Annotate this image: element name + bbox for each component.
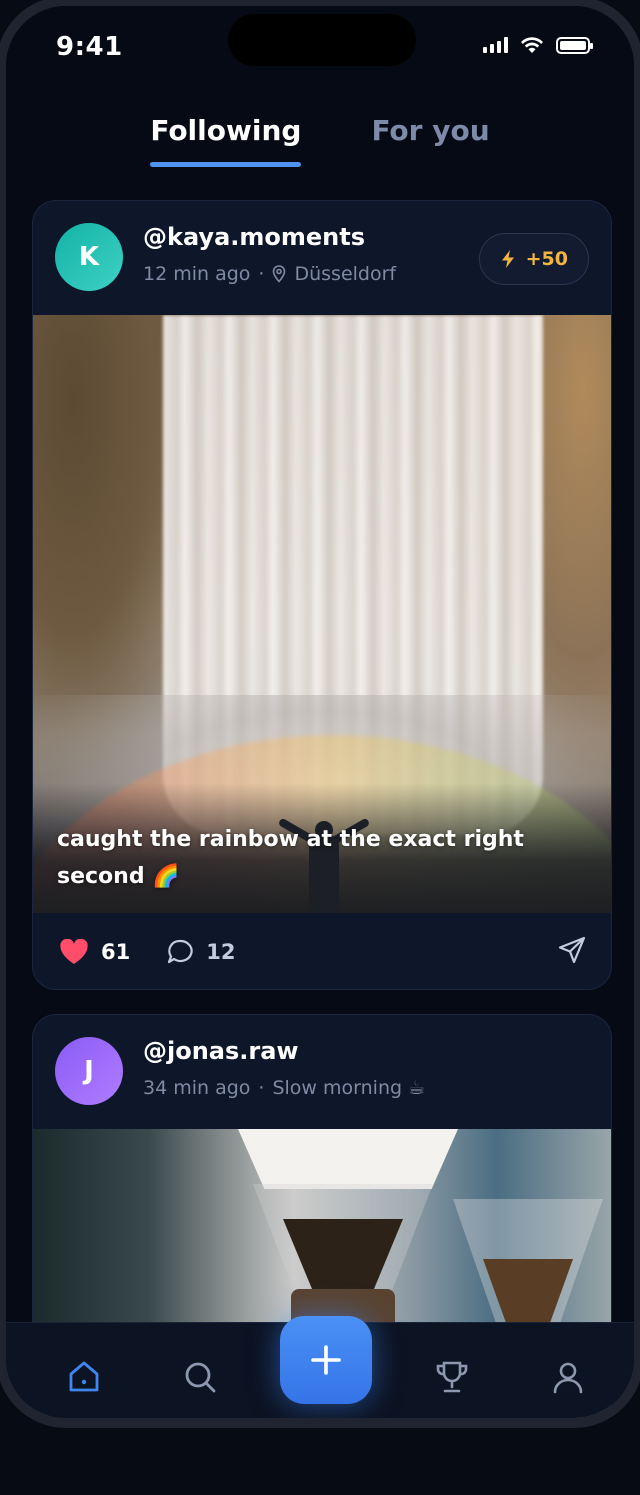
phone-frame: 9:41 Following For you K @kaya.moments 1… <box>0 0 640 1428</box>
send-icon <box>558 936 586 964</box>
status-icons <box>483 36 593 54</box>
search-icon <box>185 1362 216 1393</box>
page-background <box>0 1428 640 1495</box>
post-meta: 12 min ago · Düsseldorf <box>143 263 396 285</box>
feed-tabs: Following For you <box>6 114 634 167</box>
meta-separator: · <box>258 263 265 285</box>
post-header: K @kaya.moments 12 min ago · Düsseldorf … <box>33 201 611 313</box>
post-time: 34 min ago <box>143 1077 251 1099</box>
post-card: K @kaya.moments 12 min ago · Düsseldorf … <box>32 200 612 990</box>
post-actions: 61 12 <box>33 913 611 989</box>
post-caption: caught the rainbow at the exact right se… <box>57 827 524 889</box>
create-post-button[interactable] <box>280 1316 372 1404</box>
lightning-icon <box>501 250 514 268</box>
nav-search[interactable] <box>180 1357 220 1397</box>
post-location: Slow morning ☕ <box>272 1077 426 1099</box>
post-header: J @jonas.raw 34 min ago · Slow morning ☕ <box>33 1015 611 1127</box>
like-button[interactable]: 61 <box>59 939 130 965</box>
trophy-icon <box>436 1361 468 1393</box>
home-icon <box>69 1361 99 1392</box>
tab-for-you[interactable]: For you <box>371 114 489 167</box>
dynamic-island <box>228 14 416 66</box>
post-time: 12 min ago <box>143 263 251 285</box>
nav-profile[interactable] <box>548 1357 588 1397</box>
status-time: 9:41 <box>56 32 123 62</box>
post-meta: 34 min ago · Slow morning ☕ <box>143 1077 425 1099</box>
battery-icon <box>556 36 593 54</box>
meta-separator: · <box>258 1077 265 1099</box>
nav-home[interactable] <box>64 1357 104 1397</box>
location-pin-icon <box>273 265 286 283</box>
nav-leaderboard[interactable] <box>432 1357 472 1397</box>
comment-button[interactable]: 12 <box>166 938 235 966</box>
post-photo-waterfall[interactable]: caught the rainbow at the exact right se… <box>33 315 611 913</box>
heart-icon <box>60 939 88 964</box>
wifi-icon <box>521 37 543 53</box>
points-badge[interactable]: +50 <box>478 233 589 285</box>
comment-count: 12 <box>206 940 236 964</box>
share-button[interactable] <box>557 935 587 969</box>
profile-icon <box>553 1362 583 1394</box>
post-location: Düsseldorf <box>294 263 397 285</box>
like-count: 61 <box>101 940 131 964</box>
tab-following[interactable]: Following <box>150 114 302 167</box>
comment-icon <box>168 939 193 964</box>
avatar[interactable]: J <box>55 1037 123 1105</box>
signal-icon <box>483 37 508 53</box>
add-icon <box>311 1345 341 1375</box>
avatar[interactable]: K <box>55 223 123 291</box>
screen: 9:41 Following For you K @kaya.moments 1… <box>6 6 634 1418</box>
points-value: +50 <box>525 248 568 270</box>
post-author-handle[interactable]: @jonas.raw <box>143 1037 299 1065</box>
post-author-handle[interactable]: @kaya.moments <box>143 223 365 251</box>
